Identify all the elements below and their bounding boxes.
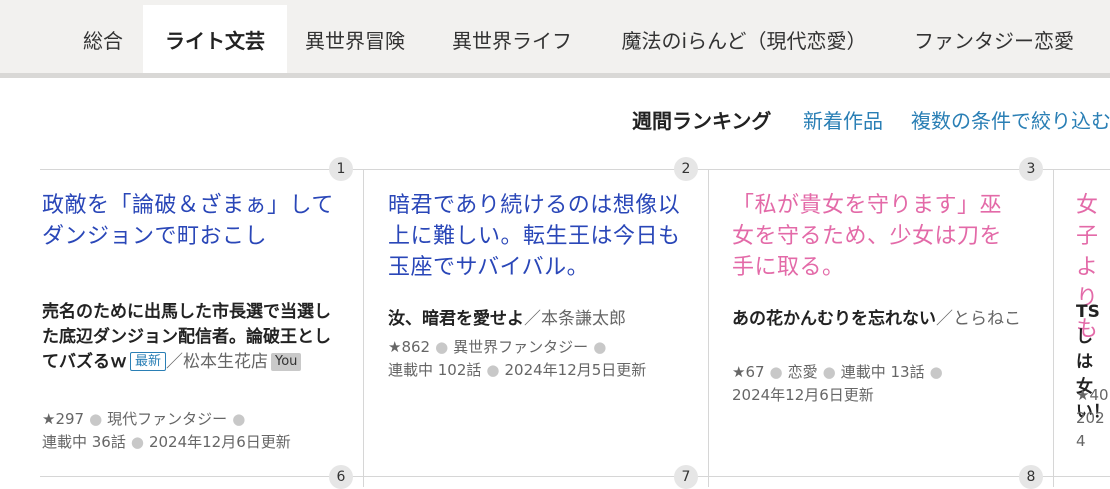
new-badge: 最新 xyxy=(130,352,167,371)
book-title-link[interactable]: 汝、暗君を愛せよ xyxy=(388,309,524,329)
updated-date: 2024年12月6日更新 xyxy=(148,433,291,451)
weekly-ranking-label: 週間ランキング xyxy=(632,109,772,133)
tab-fantasy-romance[interactable]: ファンタジー恋愛 xyxy=(896,5,1092,73)
tab-light-literature[interactable]: ライト文芸 xyxy=(143,5,287,73)
book-author[interactable]: ／本条謙太郎 xyxy=(524,309,626,329)
genre-label: 恋愛 xyxy=(787,363,818,381)
updated-date: 2024 xyxy=(1076,409,1105,450)
genre-label: 異世界ファンタジー xyxy=(453,338,589,356)
filter-link[interactable]: 複数の条件で絞り込む xyxy=(911,105,1110,134)
card-meta: ★40 2024 xyxy=(1076,384,1110,453)
tab-mahou-no-iland[interactable]: 魔法のiらんど（現代恋愛） xyxy=(605,5,883,73)
card-meta: ★862 ● 異世界ファンタジー ● 連載中 102話 ● 2024年12月5日更新 xyxy=(388,338,647,379)
star-count: ★40 xyxy=(1076,386,1109,404)
updated-date: 2024年12月5日更新 xyxy=(504,361,647,379)
card-book-info: あの花かんむりを忘れない／とらねこ xyxy=(732,307,1032,332)
card-catch-copy[interactable]: 暗君であり続けるのは想像以上に難しい。転生王は今日も玉座でサバイバル。 xyxy=(388,190,684,283)
grid-divider-col3 xyxy=(1053,170,1054,487)
card-catch-copy[interactable]: 「私が貴女を守ります」巫女を守るため、少女は刀を手に取る。 xyxy=(732,190,1022,283)
tab-isekai-adventure[interactable]: 異世界冒険 xyxy=(290,5,420,73)
updated-date: 2024年12月6日更新 xyxy=(732,386,874,404)
rank-badge: 3 xyxy=(1019,157,1043,181)
ranking-subnav: 週間ランキング 新着作品 複数の条件で絞り込む xyxy=(0,105,1110,137)
tab-general[interactable]: 総合 xyxy=(64,5,142,73)
ranking-card: 女子よりも TSしは女い！ ★40 2024 xyxy=(1076,170,1110,470)
grid-divider-col1 xyxy=(363,170,364,487)
grid-divider-col2 xyxy=(708,170,709,487)
tab-isekai-life[interactable]: 異世界ライフ xyxy=(432,5,592,73)
serial-status: 連載中 36話 xyxy=(42,433,126,451)
new-works-link[interactable]: 新着作品 xyxy=(803,105,883,134)
rank-badge: 1 xyxy=(329,157,353,181)
rank-badge: 8 xyxy=(1019,465,1043,489)
card-meta: ★297 ● 現代ファンタジー ● 連載中 36話 ● 2024年12月6日更新 xyxy=(42,410,291,451)
star-count: ★297 xyxy=(42,410,85,428)
grid-divider-row2 xyxy=(40,476,1110,477)
you-badge: You xyxy=(271,353,302,371)
genre-label: 現代ファンタジー xyxy=(107,410,228,428)
rank-badge: 2 xyxy=(674,157,698,181)
card-book-info: 売名のために出馬した市長選で当選した底辺ダンジョン配信者。論破王としてバズるｗ 最… xyxy=(42,300,342,375)
book-title-link[interactable]: あの花かんむりを忘れない xyxy=(732,309,936,329)
card-catch-copy[interactable]: 政敵を「論破＆ざまぁ」してダンジョンで町おこし xyxy=(42,190,338,252)
serial-status: 連載中 13話 xyxy=(840,363,925,381)
rank-badge: 7 xyxy=(674,465,698,489)
star-count: ★67 xyxy=(732,363,765,381)
genre-tabs: 総合 ライト文芸 異世界冒険 異世界ライフ 魔法のiらんど（現代恋愛） ファンタ… xyxy=(0,0,1110,78)
grid-divider-top xyxy=(40,169,1110,170)
star-count: ★862 xyxy=(388,338,431,356)
rank-badge: 6 xyxy=(329,465,353,489)
serial-status: 連載中 102話 xyxy=(388,361,482,379)
book-author[interactable]: ／とらねこ xyxy=(936,309,1021,329)
card-meta: ★67 ● 恋愛 ● 連載中 13話 ● 2024年12月6日更新 xyxy=(732,363,943,404)
card-book-info: 汝、暗君を愛せよ／本条謙太郎 xyxy=(388,307,688,332)
book-author[interactable]: ／松本生花店 xyxy=(166,352,268,372)
